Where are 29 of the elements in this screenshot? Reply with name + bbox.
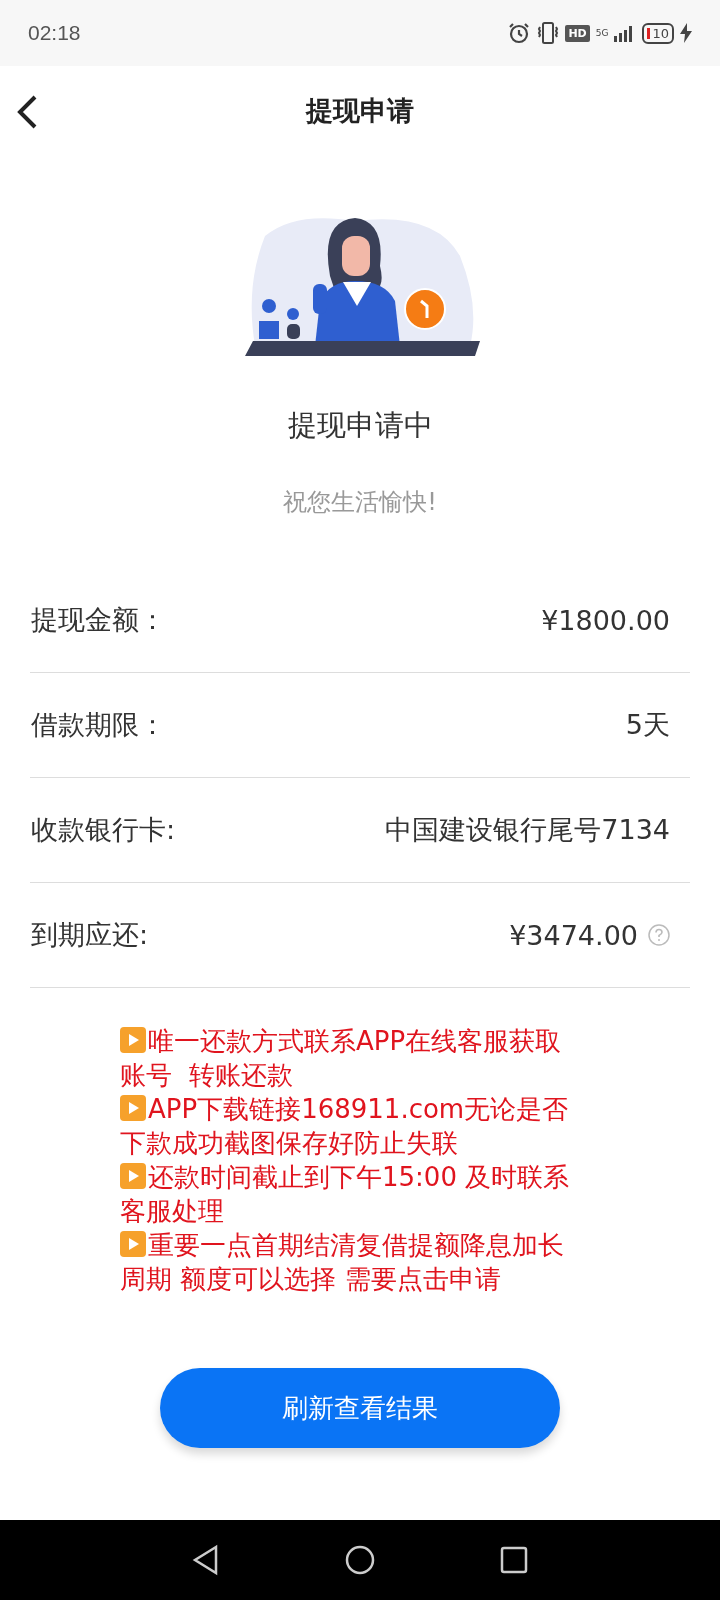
detail-value: 中国建设银行尾号7134	[385, 813, 670, 847]
battery-indicator: 10	[642, 22, 674, 44]
detail-label: 到期应还:	[31, 918, 149, 952]
detail-value: ¥3474.00	[509, 919, 638, 951]
notice-text: 还款时间截止到下午15:00 及时联系客服处理	[120, 1161, 571, 1228]
play-icon	[120, 1231, 146, 1257]
detail-value: ¥1800.00	[541, 604, 670, 636]
detail-label: 提现金额：	[31, 603, 166, 637]
play-icon	[120, 1027, 146, 1053]
charging-icon	[680, 23, 692, 43]
vibrate-icon	[537, 21, 560, 45]
detail-label: 借款期限：	[31, 708, 166, 742]
notice-text: 重要一点首期结清复借提额降息加长周期 额度可以选择 需要点击申请	[120, 1229, 565, 1296]
detail-label: 收款银行卡:	[31, 813, 176, 847]
page-title: 提现申请	[306, 94, 414, 128]
play-icon	[120, 1163, 146, 1189]
detail-value: 5天	[625, 708, 670, 742]
notice-text: APP下载链接168911.com无论是否下款成功截图保存好防止失联	[120, 1093, 570, 1160]
hd-badge: HD	[565, 24, 590, 42]
status-time: 02:18	[28, 21, 81, 45]
refresh-button[interactable]: 刷新查看结果	[160, 1368, 560, 1448]
status-title: 提现申请中	[287, 407, 433, 444]
status-subtitle: 祝您生活愉快!	[283, 487, 437, 518]
network-label: 5G	[595, 28, 609, 38]
back-icon[interactable]	[16, 94, 38, 130]
recents-icon[interactable]	[498, 1545, 529, 1575]
play-icon	[120, 1095, 146, 1121]
home-icon[interactable]	[344, 1544, 376, 1576]
notice-text: 唯一还款方式联系APP在线客服获取账号 转账还款	[120, 1025, 563, 1092]
